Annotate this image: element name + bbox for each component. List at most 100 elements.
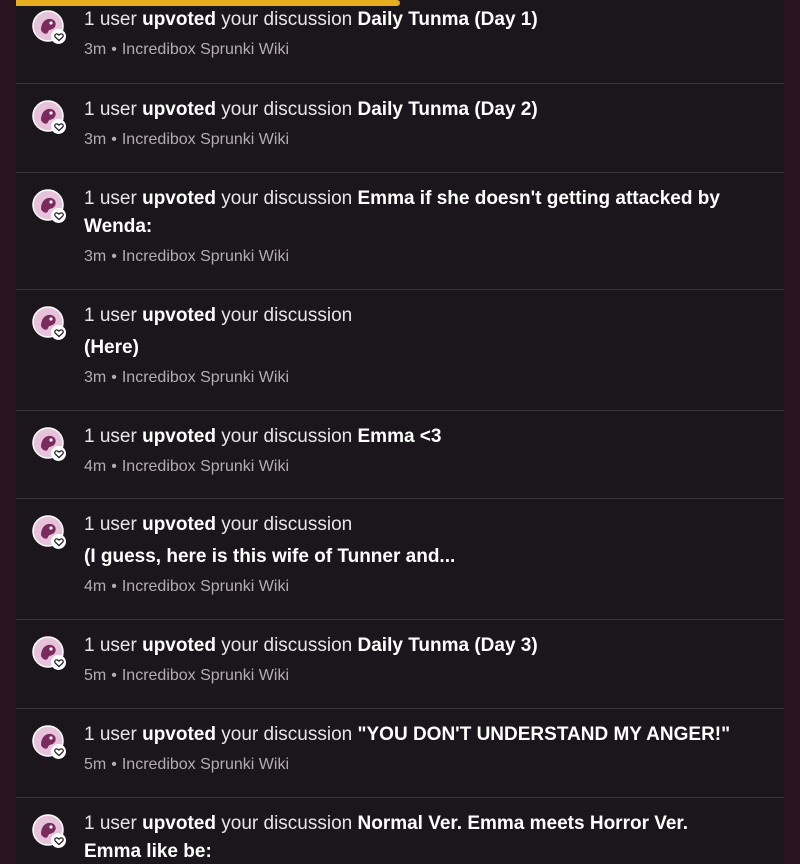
heart-badge [51,833,66,848]
discussion-label: your discussion [221,813,353,834]
heart-icon [53,658,64,667]
time-ago: 3m [84,248,107,265]
notification-item[interactable]: 1 user upvoted your discussion (I guess,… [16,499,784,620]
discussion-label: your discussion [221,305,353,326]
meta-separator: • [111,248,117,265]
wiki-source[interactable]: Incredibox Sprunki Wiki [122,756,289,773]
notification-item[interactable]: 1 user upvoted your discussion Daily Tun… [16,620,784,709]
meta-separator: • [111,756,117,773]
wiki-source[interactable]: Incredibox Sprunki Wiki [122,248,289,265]
user-avatar[interactable] [32,10,66,44]
notification-item[interactable]: 1 user upvoted your discussion Emma if s… [16,173,784,290]
notification-meta: 3m • Incredibox Sprunki Wiki [84,40,744,60]
discussion-label: your discussion [221,99,353,120]
notification-meta: 5m • Incredibox Sprunki Wiki [84,755,744,775]
discussion-title[interactable]: Daily Tunma (Day 3) [358,635,538,656]
notification-meta: 3m • Incredibox Sprunki Wiki [84,130,744,150]
meta-separator: • [111,369,117,386]
notification-item[interactable]: 1 user upvoted your discussion Normal Ve… [16,798,784,864]
heart-icon [53,122,64,131]
wiki-source[interactable]: Incredibox Sprunki Wiki [122,667,289,684]
notifications-panel: 1 user upvoted your discussion Daily Tun… [16,0,784,864]
discussion-title[interactable]: "YOU DON'T UNDERSTAND MY ANGER!" [358,724,731,745]
notification-item[interactable]: 1 user upvoted your discussion Emma <3 4… [16,411,784,499]
user-count: 1 user [84,514,137,535]
time-ago: 3m [84,369,107,386]
notification-item[interactable]: 1 user upvoted your discussion (Here) 3m… [16,290,784,411]
action-verb: upvoted [142,99,216,120]
user-count: 1 user [84,426,137,447]
user-count: 1 user [84,99,137,120]
action-verb: upvoted [142,426,216,447]
page-edge-right [784,0,800,864]
discussion-title[interactable]: Emma <3 [358,426,442,447]
user-count: 1 user [84,305,137,326]
notification-meta: 3m • Incredibox Sprunki Wiki [84,368,744,388]
action-verb: upvoted [142,188,216,209]
meta-separator: • [111,41,117,58]
heart-badge [51,446,66,461]
heart-icon [53,211,64,220]
wiki-source[interactable]: Incredibox Sprunki Wiki [122,131,289,148]
action-verb: upvoted [142,813,216,834]
discussion-title[interactable]: (I guess, here is this wife of Tunner an… [84,543,744,571]
discussion-label: your discussion [221,514,353,535]
user-count: 1 user [84,813,137,834]
user-avatar[interactable] [32,515,66,549]
action-verb: upvoted [142,724,216,745]
meta-separator: • [111,578,117,595]
notification-text: 1 user upvoted your discussion (I guess,… [84,511,744,571]
notification-item[interactable]: 1 user upvoted your discussion Daily Tun… [16,84,784,173]
user-count: 1 user [84,9,137,30]
heart-badge [51,29,66,44]
time-ago: 5m [84,756,107,773]
heart-badge [51,208,66,223]
notification-item[interactable]: 1 user upvoted your discussion "YOU DON'… [16,709,784,798]
wiki-source[interactable]: Incredibox Sprunki Wiki [122,41,289,58]
heart-icon [53,32,64,41]
time-ago: 5m [84,667,107,684]
heart-badge [51,119,66,134]
discussion-title[interactable]: Daily Tunma (Day 1) [358,9,538,30]
page-edge-left [0,0,16,864]
notification-meta: 5m • Incredibox Sprunki Wiki [84,666,744,686]
heart-icon [53,836,64,845]
notification-item[interactable]: 1 user upvoted your discussion Daily Tun… [16,0,784,84]
user-avatar[interactable] [32,189,66,223]
time-ago: 4m [84,578,107,595]
discussion-title[interactable]: Daily Tunma (Day 2) [358,99,538,120]
time-ago: 3m [84,41,107,58]
user-avatar[interactable] [32,814,66,848]
discussion-label: your discussion [221,724,353,745]
user-avatar[interactable] [32,636,66,670]
discussion-title[interactable]: (Here) [84,334,744,362]
notification-text: 1 user upvoted your discussion Daily Tun… [84,96,744,124]
heart-icon [53,449,64,458]
user-count: 1 user [84,188,137,209]
wiki-source[interactable]: Incredibox Sprunki Wiki [122,369,289,386]
meta-separator: • [111,458,117,475]
heart-icon [53,328,64,337]
user-avatar[interactable] [32,306,66,340]
notification-text: 1 user upvoted your discussion Emma <3 [84,423,744,451]
wiki-source[interactable]: Incredibox Sprunki Wiki [122,578,289,595]
meta-separator: • [111,131,117,148]
user-avatar[interactable] [32,100,66,134]
action-verb: upvoted [142,305,216,326]
user-avatar[interactable] [32,725,66,759]
heart-icon [53,537,64,546]
action-verb: upvoted [142,9,216,30]
discussion-label: your discussion [221,635,353,656]
meta-separator: • [111,667,117,684]
heart-badge [51,325,66,340]
user-count: 1 user [84,724,137,745]
action-verb: upvoted [142,514,216,535]
discussion-label: your discussion [221,9,353,30]
page: 1 user upvoted your discussion Daily Tun… [0,0,800,864]
user-avatar[interactable] [32,427,66,461]
notification-meta: 4m • Incredibox Sprunki Wiki [84,577,744,597]
discussion-label: your discussion [221,188,353,209]
heart-badge [51,534,66,549]
notification-text: 1 user upvoted your discussion "YOU DON'… [84,721,744,749]
wiki-source[interactable]: Incredibox Sprunki Wiki [122,458,289,475]
